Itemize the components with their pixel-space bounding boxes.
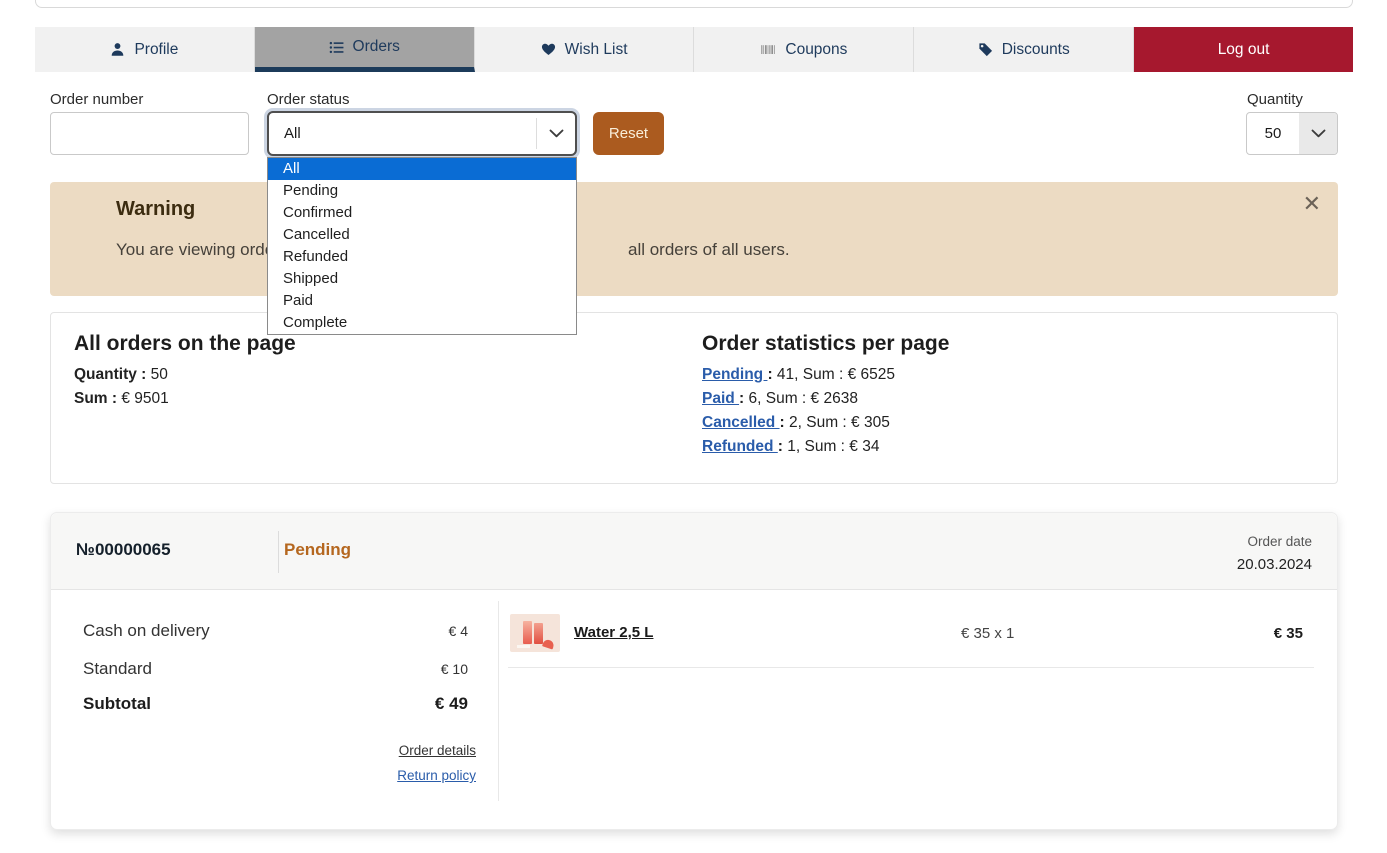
chevron-down-icon [537, 129, 575, 138]
warning-title: Warning [116, 198, 195, 221]
tab-discounts[interactable]: Discounts [914, 27, 1134, 72]
return-policy-link[interactable]: Return policy [397, 768, 476, 783]
tab-wish-list-label: Wish List [565, 41, 628, 59]
order-item-row: Water 2,5 L € 35 x 1 € 35 [508, 614, 1314, 654]
order-links: Order details Return policy [83, 742, 476, 785]
dropdown-option-paid[interactable]: Paid [268, 290, 576, 312]
dropdown-option-confirmed[interactable]: Confirmed [268, 202, 576, 224]
product-name-link[interactable]: Water 2,5 L [574, 624, 653, 641]
account-orders-page: Profile Orders Wish List [0, 0, 1387, 853]
dropdown-option-complete[interactable]: Complete [268, 312, 576, 334]
list-icon [329, 40, 344, 55]
order-card-body: Cash on delivery € 4 Standard € 10 Subto… [51, 590, 1337, 830]
header-divider [278, 531, 279, 573]
item-divider [508, 667, 1314, 668]
warning-banner: Warning You are viewing orders all order… [50, 182, 1338, 296]
order-card-header: №00000065 Pending Order date 20.03.2024 [51, 513, 1337, 590]
stat-rest: 2, Sum : € 305 [785, 414, 890, 431]
dropdown-option-all[interactable]: All [268, 158, 576, 180]
order-number-label: Order number [50, 91, 143, 108]
tab-coupons-label: Coupons [785, 41, 847, 59]
shipping-fee: € 10 [441, 661, 468, 677]
thumbnail-art [517, 645, 530, 648]
user-icon [110, 42, 125, 57]
subtotal-row: Subtotal € 49 [83, 694, 468, 714]
subtotal-value: € 49 [435, 694, 468, 714]
payment-method: Cash on delivery [83, 621, 210, 641]
order-status-selected-value: All [269, 125, 536, 142]
stat-rest: 41, Sum : € 6525 [773, 366, 895, 383]
order-card: №00000065 Pending Order date 20.03.2024 … [50, 512, 1338, 830]
payment-row: Cash on delivery € 4 [83, 621, 468, 641]
quantity-select[interactable]: 50 [1246, 112, 1338, 155]
shipping-method: Standard [83, 659, 152, 679]
account-tabbar: Profile Orders Wish List [35, 27, 1353, 72]
tab-profile-label: Profile [134, 41, 178, 59]
order-details-link[interactable]: Order details [399, 743, 476, 758]
chevron-down-icon [1299, 113, 1337, 154]
stat-line-refunded: Refunded : 1, Sum : € 34 [702, 441, 949, 452]
stat-rest: 6, Sum : € 2638 [744, 390, 858, 407]
summary-sum-value: € 9501 [121, 390, 168, 407]
stat-link-pending[interactable]: Pending [702, 366, 767, 383]
order-status-dropdown-list: All Pending Confirmed Cancelled Refunded… [267, 157, 577, 335]
tab-orders[interactable]: Orders [255, 27, 475, 72]
payment-fee: € 4 [449, 623, 468, 639]
reset-button[interactable]: Reset [593, 112, 664, 155]
dropdown-option-pending[interactable]: Pending [268, 180, 576, 202]
stat-line-cancelled: Cancelled : 2, Sum : € 305 [702, 417, 949, 428]
tab-discounts-label: Discounts [1002, 41, 1070, 59]
summary-quantity-line: Quantity : 50 [74, 370, 296, 380]
product-total: € 35 [1274, 625, 1303, 642]
quantity-label: Quantity [1247, 91, 1303, 108]
order-status-badge: Pending [284, 540, 351, 560]
thumbnail-art [523, 621, 532, 644]
product-thumbnail[interactable] [510, 614, 560, 652]
cut-off-container-edge [35, 0, 1353, 8]
order-number-input[interactable] [50, 112, 249, 155]
quantity-selected-value: 50 [1247, 113, 1299, 154]
stat-link-refunded[interactable]: Refunded [702, 438, 778, 455]
order-number: №00000065 [76, 540, 171, 560]
summary-sum-line: Sum : € 9501 [74, 394, 296, 404]
dropdown-option-refunded[interactable]: Refunded [268, 246, 576, 268]
order-status-select[interactable]: All [267, 111, 577, 156]
barcode-icon [760, 42, 776, 57]
stat-rest: 1, Sum : € 34 [783, 438, 880, 455]
summary-left-title: All orders on the page [74, 332, 296, 356]
tab-log-out-label: Log out [1218, 41, 1270, 59]
close-icon[interactable]: ✕ [1303, 193, 1321, 215]
tab-orders-label: Orders [353, 38, 400, 56]
summary-quantity-value: 50 [151, 366, 168, 383]
tab-coupons[interactable]: Coupons [694, 27, 914, 72]
order-date-label: Order date [1247, 534, 1312, 549]
summary-all-orders: All orders on the page Quantity : 50 Sum… [74, 332, 296, 404]
shipping-row: Standard € 10 [83, 659, 468, 679]
dropdown-option-cancelled[interactable]: Cancelled [268, 224, 576, 246]
dropdown-option-shipped[interactable]: Shipped [268, 268, 576, 290]
stat-link-paid[interactable]: Paid [702, 390, 739, 407]
product-price-qty: € 35 x 1 [961, 625, 1014, 642]
thumbnail-art [542, 638, 555, 649]
tag-icon [978, 42, 993, 57]
thumbnail-art [534, 623, 543, 644]
warning-text-right: all orders of all users. [628, 240, 790, 260]
tab-log-out[interactable]: Log out [1134, 27, 1353, 72]
tab-profile[interactable]: Profile [35, 27, 255, 72]
stat-line-pending: Pending : 41, Sum : € 6525 [702, 369, 949, 380]
stat-link-cancelled[interactable]: Cancelled [702, 414, 780, 431]
order-date-value: 20.03.2024 [1237, 556, 1312, 573]
heart-icon [541, 42, 556, 57]
order-status-label: Order status [267, 91, 350, 108]
summary-right-title: Order statistics per page [702, 332, 949, 356]
column-divider [498, 601, 499, 801]
tab-wish-list[interactable]: Wish List [475, 27, 695, 72]
stat-line-paid: Paid : 6, Sum : € 2638 [702, 393, 949, 404]
subtotal-label: Subtotal [83, 694, 151, 714]
summary-statistics: Order statistics per page Pending : 41, … [702, 332, 949, 452]
orders-summary-panel: All orders on the page Quantity : 50 Sum… [50, 312, 1338, 484]
warning-text-left: You are viewing orders [116, 240, 288, 260]
summary-quantity-label: Quantity : [74, 366, 151, 383]
summary-sum-label: Sum : [74, 390, 121, 407]
